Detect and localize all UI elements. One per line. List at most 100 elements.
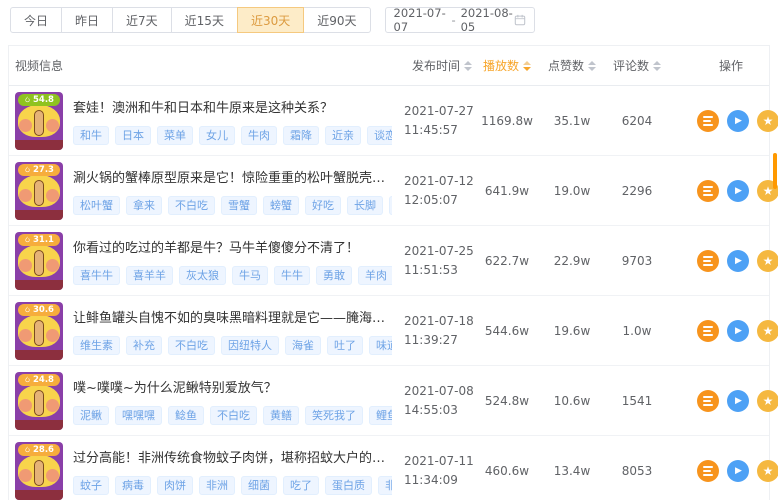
video-thumbnail[interactable]: 54.8 [15, 92, 63, 150]
video-thumbnail[interactable]: 27.3 [15, 162, 63, 220]
video-title[interactable]: 套娃！澳洲和牛和日本和牛原来是这种关系？ [73, 97, 392, 116]
date-range-separator: - [451, 13, 455, 27]
column-header-play-count[interactable]: 播放数 [477, 57, 537, 74]
video-tag: 日本 [115, 126, 151, 145]
sort-carets-icon[interactable] [523, 61, 531, 71]
publish-clock: 12:05:07 [404, 191, 477, 210]
video-title[interactable]: 噗~噗噗~为什么泥鳅特别爱放气？ [73, 377, 392, 396]
thumbnail-art [19, 119, 32, 132]
data-analysis-button[interactable] [697, 320, 719, 342]
table-body: 54.8 套娃！澳洲和牛和日本和牛原来是这种关系？ 和牛日本菜单女儿牛肉霜降近亲… [9, 86, 769, 500]
video-title[interactable]: 过分高能！非洲传统食物蚊子肉饼，堪称招蚊大户的翻身菜！ [73, 447, 392, 466]
video-info-cell: 54.8 套娃！澳洲和牛和日本和牛原来是这种关系？ 和牛日本菜单女儿牛肉霜降近亲… [9, 92, 392, 150]
video-thumbnail[interactable]: 31.1 [15, 232, 63, 290]
date-range-picker[interactable]: 2021-07-07 - 2021-08-05 [385, 7, 535, 33]
video-tag: 嘿嘿嘿 [115, 406, 162, 425]
column-label: 视频信息 [15, 57, 63, 74]
quick-range-button-3[interactable]: 近15天 [171, 7, 238, 33]
sort-carets-icon[interactable] [464, 61, 472, 71]
favorite-button[interactable]: ★ [757, 110, 778, 132]
quick-range-button-0[interactable]: 今日 [10, 7, 62, 33]
sort-carets-icon[interactable] [653, 61, 661, 71]
video-tag: 维生素 [73, 336, 120, 355]
play-video-button[interactable]: ▶ [727, 460, 749, 482]
data-analysis-button[interactable] [697, 180, 719, 202]
publish-time-cell: 2021-07-12 12:05:07 [392, 172, 477, 209]
publish-time-cell: 2021-07-11 11:34:09 [392, 452, 477, 489]
bars-icon [703, 326, 713, 336]
flame-icon [24, 445, 31, 454]
play-count: 544.6w [477, 324, 537, 338]
play-video-button[interactable]: ▶ [727, 180, 749, 202]
tag-list: 蚊子病毒肉饼非洲细菌吃了蛋白质非洲人 [73, 476, 392, 495]
data-analysis-button[interactable] [697, 460, 719, 482]
comment-count: 1.0w [607, 324, 667, 338]
data-analysis-button[interactable] [697, 250, 719, 272]
data-analysis-button[interactable] [697, 390, 719, 412]
column-header-like-count[interactable]: 点赞数 [537, 57, 607, 74]
bars-icon [703, 116, 713, 126]
data-analysis-button[interactable] [697, 110, 719, 132]
table-row: 24.8 噗~噗噗~为什么泥鳅特别爱放气？ 泥鳅嘿嘿嘿鲶鱼不白吃黄鳝笑死我了鲤鱼… [9, 366, 769, 436]
thumbnail-art [46, 119, 59, 132]
flame-icon [24, 165, 31, 174]
actions-cell: ▶ ★ [667, 250, 778, 272]
date-range-start: 2021-07-07 [394, 6, 447, 34]
video-info-cell: 30.6 让鲱鱼罐头自愧不如的臭味黑暗料理就是它——腌海雀！ 维生素补充不白吃因… [9, 302, 392, 360]
favorite-button[interactable]: ★ [757, 460, 778, 482]
quick-range-button-4[interactable]: 近30天 [237, 7, 304, 33]
video-tag: 黄鳝 [263, 406, 299, 425]
video-thumbnail[interactable]: 24.8 [15, 372, 63, 430]
score-value: 27.3 [33, 165, 54, 175]
thumbnail-art [19, 399, 32, 412]
video-meta: 让鲱鱼罐头自愧不如的臭味黑暗料理就是它——腌海雀！ 维生素补充不白吃因纽特人海雀… [73, 307, 392, 355]
video-tag: 牛肉 [241, 126, 277, 145]
video-tag: 非洲人 [378, 476, 392, 495]
quick-range-button-1[interactable]: 昨日 [61, 7, 113, 33]
sort-carets-icon[interactable] [588, 61, 596, 71]
score-value: 31.1 [33, 235, 54, 245]
quick-range-button-2[interactable]: 近7天 [112, 7, 172, 33]
video-title[interactable]: 你看过的吃过的羊都是牛？马牛羊傻傻分不清了！ [73, 237, 392, 256]
video-meta: 过分高能！非洲传统食物蚊子肉饼，堪称招蚊大户的翻身菜！ 蚊子病毒肉饼非洲细菌吃了… [73, 447, 392, 495]
thumbnail-art [19, 259, 32, 272]
video-tag: 喜羊羊 [126, 266, 173, 285]
star-icon: ★ [763, 115, 774, 127]
play-video-button[interactable]: ▶ [727, 110, 749, 132]
thumbnail-art [15, 490, 63, 500]
scrollbar-thumb[interactable] [773, 153, 777, 189]
thumbnail-art [46, 399, 59, 412]
score-value: 30.6 [33, 305, 54, 315]
video-tag: 不白吃 [168, 336, 215, 355]
column-label: 评论数 [613, 57, 649, 74]
column-header-publish-time[interactable]: 发布时间 [392, 57, 477, 74]
favorite-button[interactable]: ★ [757, 250, 778, 272]
video-info-cell: 31.1 你看过的吃过的羊都是牛？马牛羊傻傻分不清了！ 喜牛牛喜羊羊灰太狼牛马牛… [9, 232, 392, 290]
column-header-video-info: 视频信息 [9, 57, 392, 74]
comment-count: 2296 [607, 184, 667, 198]
quick-range-button-5[interactable]: 近90天 [303, 7, 370, 33]
favorite-button[interactable]: ★ [757, 390, 778, 412]
thumbnail-art [34, 110, 44, 136]
star-icon: ★ [763, 465, 774, 477]
video-title[interactable]: 让鲱鱼罐头自愧不如的臭味黑暗料理就是它——腌海雀！ [73, 307, 392, 326]
column-header-comment-count[interactable]: 评论数 [607, 57, 667, 74]
play-video-button[interactable]: ▶ [727, 320, 749, 342]
video-tag: 笑死我了 [305, 406, 363, 425]
table-row: 31.1 你看过的吃过的羊都是牛？马牛羊傻傻分不清了！ 喜牛牛喜羊羊灰太狼牛马牛… [9, 226, 769, 296]
like-count: 19.6w [537, 324, 607, 338]
play-video-button[interactable]: ▶ [727, 390, 749, 412]
like-count: 35.1w [537, 114, 607, 128]
favorite-button[interactable]: ★ [757, 320, 778, 342]
video-thumbnail[interactable]: 30.6 [15, 302, 63, 360]
score-badge: 24.8 [18, 374, 60, 386]
comment-count: 1541 [607, 394, 667, 408]
video-thumbnail[interactable]: 28.6 [15, 442, 63, 500]
comment-count: 6204 [607, 114, 667, 128]
play-video-button[interactable]: ▶ [727, 250, 749, 272]
video-tag: 好吃 [305, 196, 341, 215]
table-header: 视频信息 发布时间 播放数 点赞数 评论数 操作 [9, 46, 769, 86]
video-title[interactable]: 涮火锅的蟹棒原型原来是它！惊险重重的松叶蟹脱壳之旅~ [73, 167, 392, 186]
play-icon: ▶ [735, 466, 742, 475]
thumbnail-art [15, 140, 63, 150]
